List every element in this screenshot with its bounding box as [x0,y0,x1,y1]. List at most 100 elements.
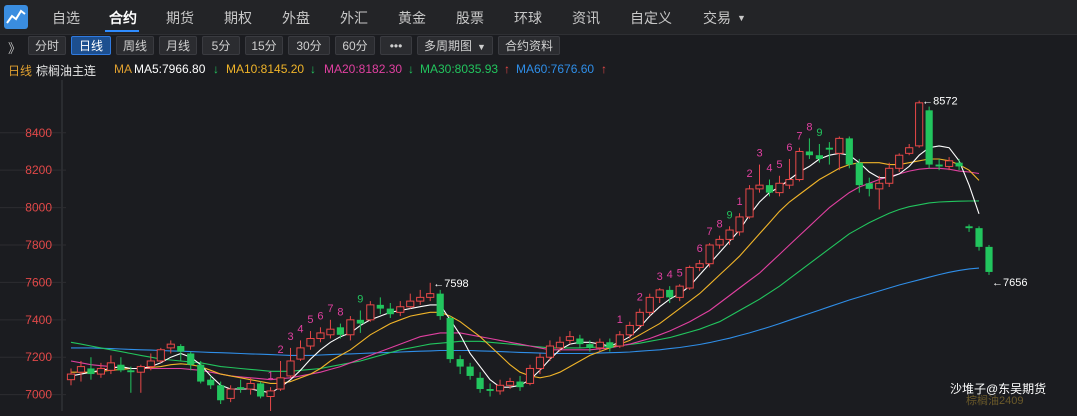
nav-item-forex[interactable]: 外汇 [340,8,368,28]
candle-body [895,154,904,169]
ma30-line [70,200,980,372]
period-button-15min[interactable]: 15分 [245,36,283,55]
candle-body [905,147,914,154]
candle-body [705,244,714,265]
sequence-count-label: 5 [677,267,683,279]
candle-body [87,368,95,375]
candle-body [625,324,634,336]
sequence-count-label: 6 [317,310,323,322]
nav-item-trade[interactable]: 交易 ▼ [703,8,746,28]
nav-item-news[interactable]: 资讯 [572,8,600,28]
sequence-count-label: 9 [816,127,822,139]
candle-body [975,228,983,247]
nav-item-gold[interactable]: 黄金 [398,8,426,28]
expand-chevron-icon[interactable]: 》 [8,38,21,57]
nav-item-overseas[interactable]: 外盘 [282,8,310,28]
moving-average-lines [70,145,980,394]
candle-body [246,382,255,390]
sequence-count-label: 2 [637,292,643,304]
candle-body [675,285,684,298]
period-button-5min[interactable]: 5分 [202,36,240,55]
candle-body [715,238,724,246]
candle-body [805,151,813,156]
sequence-count-label: 2 [277,344,283,356]
nav-item-options[interactable]: 期权 [224,8,252,28]
candle-body [635,311,644,326]
candle-body [66,373,76,381]
candle-body [576,338,584,345]
sequence-count-label: 8 [806,121,812,133]
candle-body [755,184,764,190]
period-button-30min[interactable]: 30分 [288,36,330,55]
candle-body [366,304,375,321]
candle-body [306,338,315,347]
arrow-down-icon: ↓ [213,62,219,76]
candle-body [156,349,165,362]
period-button-daily[interactable]: 日线 [71,36,111,55]
candles [66,100,993,414]
candle-body [505,381,515,386]
candle-body [466,366,474,376]
sequence-count-label: 7 [796,131,802,143]
chart-canvas[interactable]: 70007200740076007800800082008400 12345 67… [0,80,1077,414]
period-button-60min[interactable]: 60分 [335,36,375,55]
nav-item-global[interactable]: 环球 [514,8,542,28]
ma60-value: MA60:7676.60 [516,62,595,76]
candle-body [775,182,784,194]
y-tick-label: 8000 [25,201,52,215]
period-button-monthly[interactable]: 月线 [159,36,197,55]
candle-body [446,317,454,360]
sequence-count-label: 2 [746,168,752,180]
nav-item-stocks[interactable]: 股票 [456,8,484,28]
sequence-count-label: 6 [697,243,703,255]
nav-item-custom[interactable]: 自定义 [630,8,672,28]
candle-body [256,383,265,397]
multi-period-button[interactable]: 多周期图 ▼ [417,36,493,55]
candle-body [426,293,435,298]
candle-body [666,289,674,298]
nav-item-futures[interactable]: 期货 [166,8,194,28]
arrow-down-icon: ↓ [310,62,316,76]
period-button-weekly[interactable]: 周线 [116,36,154,55]
period-button-intraday[interactable]: 分时 [28,36,66,55]
nav-item-contract[interactable]: 合约 [109,8,137,28]
candle-body [606,342,614,348]
sequence-count-label: 7 [707,226,713,238]
candle-body [187,353,195,365]
candle-body [136,366,145,373]
candle-body [96,367,106,375]
candle-body [935,164,943,167]
ma20-value: MA20:8182.30 [324,62,403,76]
candle-body [586,344,594,348]
nav-item-watchlist[interactable]: 自选 [52,8,80,28]
ma-label: MA [114,62,132,76]
more-periods-button[interactable]: ••• [380,36,412,55]
contract-info-button[interactable]: 合约资料 [498,36,560,55]
candle-body [765,185,774,193]
candle-body [815,155,823,159]
candlestick-chart[interactable]: 7000 7200 7400 7600 7800 8000 8200 8400 1234567… [0,80,1077,414]
y-tick-label: 8400 [25,126,52,140]
y-tick-label: 7800 [25,238,52,252]
candle-body [645,296,654,313]
candle-body [545,345,555,358]
ma5-value: MA5:7966.80 [134,62,206,76]
top-nav: 自选 合约 期货 期权 外盘 外汇 黄金 股票 环球 资讯 自定义 交易 ▼ [0,0,1077,35]
period-toolbar: 》 分时 日线 周线 月线 5分 15分 30分 60分 ••• 多周期图 ▼ 合… [0,35,1077,58]
candle-body [346,319,355,336]
candle-body [735,216,744,233]
sequence-count-label: 8 [717,219,723,231]
app-logo-icon[interactable] [4,5,28,29]
sequence-count-label: 3 [657,271,663,283]
arrow-up-icon: ↑ [504,62,510,76]
candle-body [197,364,205,382]
candle-body [825,147,833,150]
candle-body [146,360,155,368]
candle-body [476,377,484,390]
sequence-count-label: 1 [267,370,273,382]
sequence-count-label: 9 [357,293,363,305]
candle-body [695,263,704,268]
candle-body [376,304,384,309]
candle-body [885,167,894,184]
candle-body [456,359,464,367]
